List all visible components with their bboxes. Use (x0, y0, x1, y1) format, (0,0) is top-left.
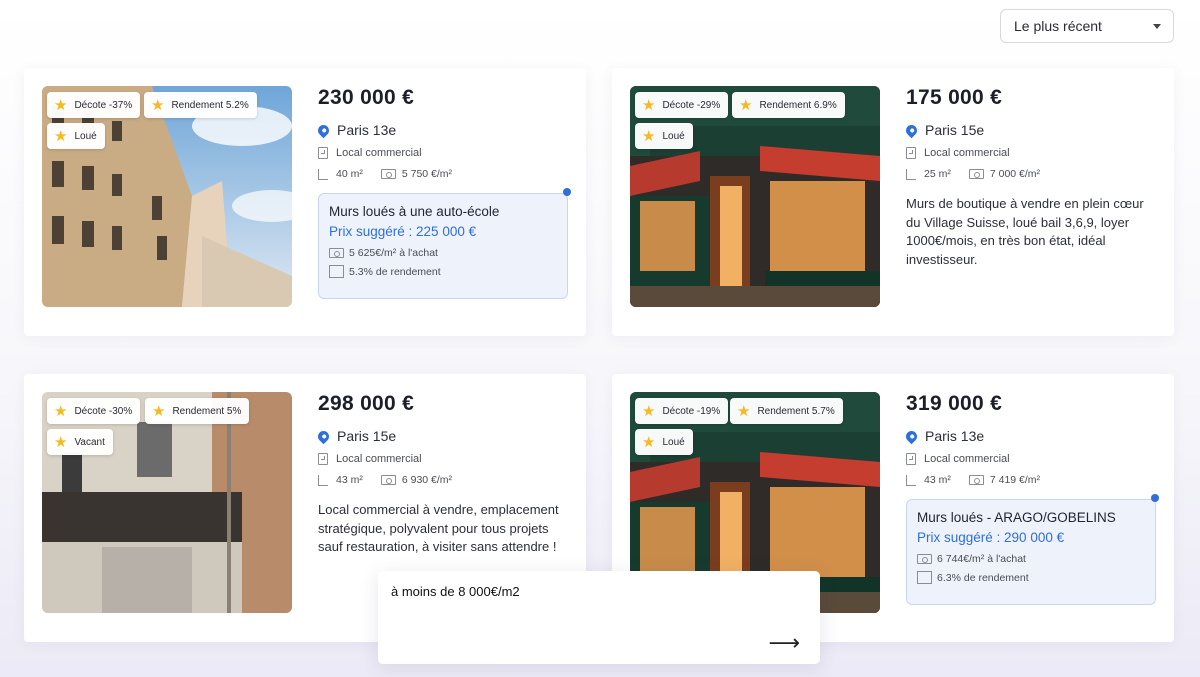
note-suggested-price: Prix suggéré : 225 000 € (329, 224, 477, 239)
note-dot (1151, 494, 1159, 502)
banknote-icon (380, 169, 396, 179)
banknote-icon (380, 475, 396, 485)
listing-area: 40 m² (336, 168, 363, 180)
star-icon: ★ (737, 402, 751, 420)
yield-badge: ★ Rendement 5% (145, 398, 250, 424)
listing-type: Local commercial (318, 453, 570, 465)
listing-metrics: 43 m² 7 419 €/m² (906, 474, 1158, 486)
star-icon: ★ (642, 96, 656, 114)
listing-type: Local commercial (906, 147, 1158, 159)
building-icon (318, 453, 328, 465)
chevron-down-icon (1153, 23, 1161, 29)
note-title: Murs loués - ARAGO/GOBELINS (917, 510, 1116, 525)
star-icon: ★ (642, 433, 656, 451)
location-pin-icon (315, 122, 332, 138)
note-dot (563, 188, 571, 196)
listing-location: Paris 13e (315, 122, 570, 138)
sort-select-value: Le plus récent (1014, 18, 1102, 34)
star-icon: ★ (642, 402, 656, 420)
arrow-right-icon[interactable]: ⟶ (768, 632, 800, 654)
listing-photo: ★ Décote -30% ★ Rendement 5% ★ Vacant (42, 392, 292, 613)
note-yield: 5.3% de rendement (349, 265, 441, 278)
listing-price: 319 000 € (906, 392, 1003, 415)
discount-badge: ★ Décote -29% (635, 92, 729, 118)
yield-badge: ★ Rendement 6.9% (732, 92, 845, 118)
yield-badge: ★ Rendement 5.7% (730, 398, 843, 424)
listing-card[interactable]: ★ Décote -37% ★ Rendement 5.2% ★ Loué 230 0… (24, 68, 586, 336)
area-icon (318, 168, 328, 180)
area-icon (906, 474, 916, 486)
star-icon: ★ (54, 96, 68, 114)
search-query-box[interactable]: à moins de 8 000€/m2 ⟶ (378, 571, 820, 664)
status-badge: ★ Vacant (47, 429, 113, 455)
listing-type: Local commercial (318, 147, 570, 159)
status-badge: ★ Loué (47, 123, 105, 149)
building-icon (906, 147, 916, 159)
location-pin-icon (903, 428, 920, 444)
note-title: Murs loués à une auto-école (329, 204, 500, 219)
listing-area: 43 m² (924, 474, 951, 486)
star-icon: ★ (642, 127, 656, 145)
growth-chart-icon (917, 571, 932, 584)
search-query-text[interactable]: à moins de 8 000€/m2 (391, 584, 520, 599)
note-yield: 6.3% de rendement (937, 571, 1029, 584)
status-badge: ★ Loué (635, 429, 693, 455)
sort-select[interactable]: Le plus récent (1000, 9, 1174, 43)
listing-type: Local commercial (906, 453, 1158, 465)
banknote-icon (917, 554, 932, 564)
listing-price: 175 000 € (906, 86, 1003, 109)
listing-metrics: 43 m² 6 930 €/m² (318, 474, 570, 486)
star-icon: ★ (739, 96, 753, 114)
listing-location: Paris 13e (903, 428, 1158, 444)
building-icon (318, 147, 328, 159)
listing-photo: ★ Décote -29% ★ Rendement 6.9% ★ Loué (630, 86, 880, 307)
area-icon (318, 474, 328, 486)
banknote-icon (329, 248, 344, 258)
star-icon: ★ (152, 402, 166, 420)
banknote-icon (968, 475, 984, 485)
listing-description: Local commercial à vendre, emplacement s… (318, 502, 559, 554)
listing-note: Murs loués - ARAGO/GOBELINS Prix suggéré… (906, 494, 1159, 605)
discount-badge: ★ Décote -19% (635, 398, 729, 424)
star-icon: ★ (54, 402, 68, 420)
discount-badge: ★ Décote -30% (47, 398, 141, 424)
banknote-icon (968, 169, 984, 179)
growth-chart-icon (329, 265, 344, 278)
note-purchase: 6 744€/m² à l'achat (937, 553, 1026, 565)
note-suggested-price: Prix suggéré : 290 000 € (917, 530, 1065, 545)
status-badge: ★ Loué (635, 123, 693, 149)
yield-badge: ★ Rendement 5.2% (144, 92, 257, 118)
star-icon: ★ (54, 127, 68, 145)
note-purchase: 5 625€/m² à l'achat (349, 247, 438, 259)
listing-area: 25 m² (924, 168, 951, 180)
listing-area: 43 m² (336, 474, 363, 486)
star-icon: ★ (54, 433, 68, 451)
listing-price-per-m2: 7 000 €/m² (989, 168, 1041, 180)
listing-card[interactable]: ★ Décote -29% ★ Rendement 6.9% ★ Loué 175 0… (612, 68, 1174, 336)
listing-location: Paris 15e (903, 122, 1158, 138)
listing-price-per-m2: 7 419 €/m² (989, 474, 1041, 486)
listing-photo: ★ Décote -37% ★ Rendement 5.2% ★ Loué (42, 86, 292, 307)
listing-description: Murs de boutique à vendre en plein cœur … (906, 196, 1144, 267)
listing-metrics: 25 m² 7 000 €/m² (906, 168, 1158, 180)
listing-price: 230 000 € (318, 86, 415, 109)
listing-note: Murs loués à une auto-école Prix suggéré… (318, 188, 571, 299)
listing-location: Paris 15e (315, 428, 570, 444)
listing-price-per-m2: 6 930 €/m² (401, 474, 453, 486)
listing-price-per-m2: 5 750 €/m² (401, 168, 453, 180)
listing-price: 298 000 € (318, 392, 415, 415)
listing-metrics: 40 m² 5 750 €/m² (318, 168, 570, 180)
location-pin-icon (903, 122, 920, 138)
location-pin-icon (315, 428, 332, 444)
building-icon (906, 453, 916, 465)
star-icon: ★ (151, 96, 165, 114)
area-icon (906, 168, 916, 180)
discount-badge: ★ Décote -37% (47, 92, 141, 118)
